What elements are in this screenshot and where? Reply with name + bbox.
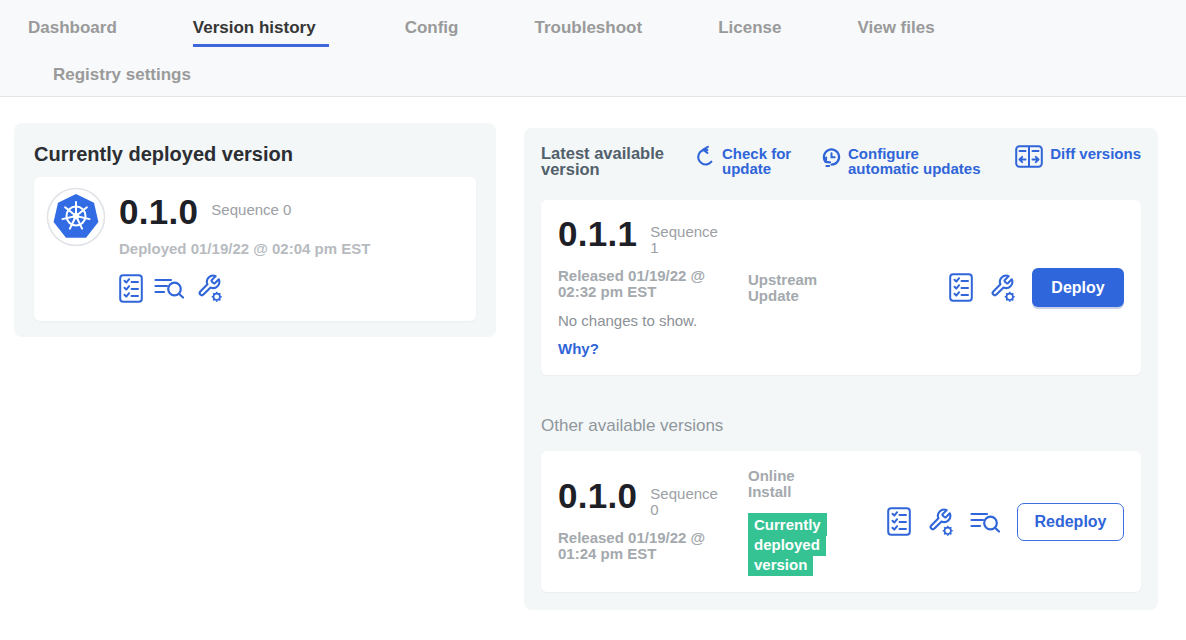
preflight-checks-icon[interactable] — [949, 273, 973, 302]
latest-source-label: Upstream Update — [748, 272, 820, 304]
nav-tabs-row2: Registry settings — [0, 47, 1186, 83]
redeploy-button[interactable]: Redeploy — [1017, 503, 1124, 541]
schedule-update-icon — [822, 145, 841, 168]
other-released-timestamp: Released 01/19/22 @ 01:24 pm EST — [558, 530, 728, 562]
diff-icon — [1015, 145, 1043, 168]
deployed-timestamp: Deployed 01/19/22 @ 02:04 pm EST — [119, 241, 370, 257]
other-available-versions-title: Other available versions — [541, 416, 1141, 436]
deployed-version-card: 0.1.0 Sequence 0 Deployed 01/19/22 @ 02:… — [34, 177, 476, 321]
currently-deployed-panel: Currently deployed version 0.1.0 Sequenc… — [14, 123, 496, 337]
tab-troubleshoot[interactable]: Troubleshoot — [534, 19, 642, 36]
deployed-version-number: 0.1.0 — [119, 197, 198, 227]
edit-config-icon[interactable] — [989, 273, 1016, 303]
edit-config-icon[interactable] — [927, 507, 954, 537]
deploy-logs-icon[interactable] — [970, 510, 1001, 534]
tab-registry-settings[interactable]: Registry settings — [53, 66, 1186, 83]
nav-tabs-row1: Dashboard Version history Config Troublesho… — [0, 0, 1186, 47]
latest-changes-note: No changes to show. — [558, 313, 748, 329]
preflight-checks-icon[interactable] — [887, 507, 911, 536]
refresh-icon — [696, 145, 715, 168]
diff-versions-link[interactable]: Diff versions — [1015, 145, 1141, 168]
latest-released-timestamp: Released 01/19/22 @ 02:32 pm EST — [558, 268, 728, 300]
currently-deployed-title: Currently deployed version — [34, 143, 476, 165]
check-for-update-link[interactable]: Check for update — [696, 145, 794, 176]
top-navigation: Dashboard Version history Config Troublesho… — [0, 0, 1186, 97]
configure-automatic-updates-link[interactable]: Configure automatic updates — [822, 145, 988, 176]
why-link[interactable]: Why? — [558, 340, 748, 357]
preflight-checks-icon[interactable] — [119, 274, 143, 303]
other-sequence-label: Sequence 0 — [650, 481, 725, 518]
deploy-button[interactable]: Deploy — [1032, 268, 1124, 307]
edit-config-icon[interactable] — [196, 273, 223, 303]
tab-version-history[interactable]: Version history — [193, 19, 329, 47]
other-version-number: 0.1.0 — [558, 481, 637, 511]
tab-dashboard[interactable]: Dashboard — [28, 19, 117, 36]
available-versions-panel: Latest available version Check for updat… — [524, 128, 1158, 610]
tab-license[interactable]: License — [718, 19, 781, 36]
latest-available-title: Latest available version — [541, 145, 686, 177]
currently-deployed-badge: Currently deployed version — [748, 513, 827, 576]
tab-config[interactable]: Config — [405, 19, 459, 36]
page-body: Currently deployed version 0.1.0 Sequenc… — [0, 97, 1186, 610]
other-version-card: 0.1.0 Sequence 0 Released 01/19/22 @ 01:… — [541, 451, 1141, 592]
latest-version-number: 0.1.1 — [558, 219, 637, 249]
deploy-logs-icon[interactable] — [154, 276, 185, 300]
tab-view-files[interactable]: View files — [857, 19, 934, 36]
latest-sequence-label: Sequence 1 — [650, 219, 725, 256]
kubernetes-logo — [46, 187, 106, 247]
deployed-sequence-label: Sequence 0 — [211, 197, 291, 218]
other-source-label: Online Install — [748, 468, 820, 500]
latest-version-card: 0.1.1 Sequence 1 Released 01/19/22 @ 02:… — [541, 200, 1141, 375]
